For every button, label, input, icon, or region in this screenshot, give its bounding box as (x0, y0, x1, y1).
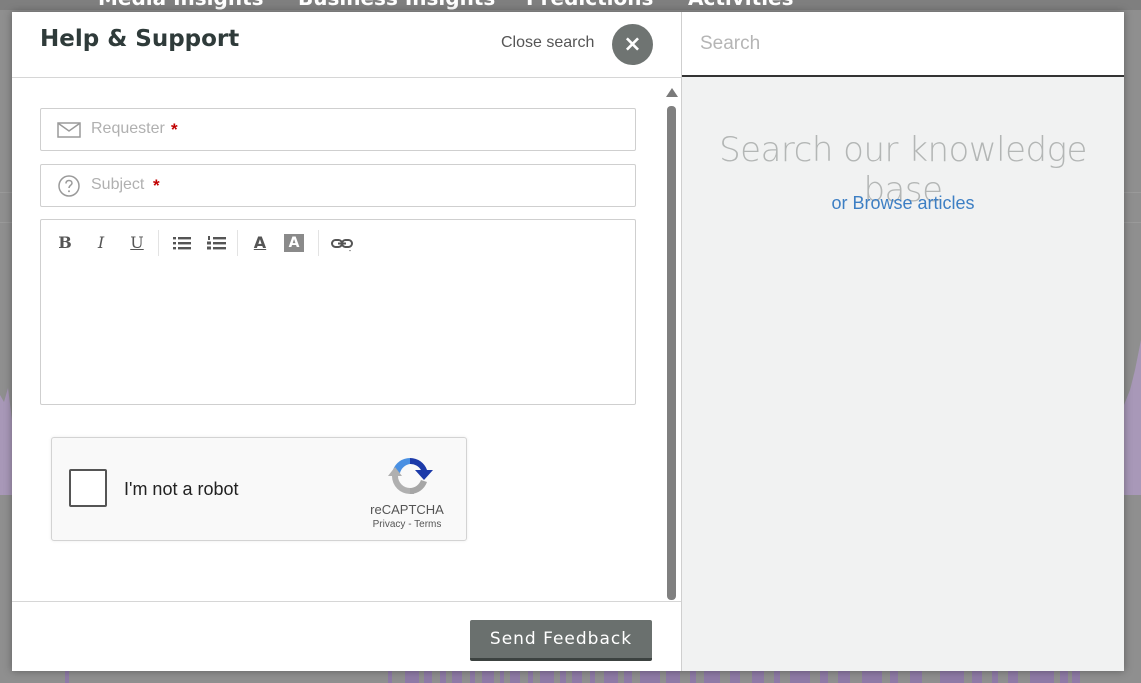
required-marker: * (153, 176, 160, 195)
required-marker: * (171, 120, 178, 139)
recaptcha-widget: I'm not a robot reCAPTCHA Privacy - Term… (51, 437, 467, 541)
question-circle-icon (58, 175, 80, 197)
help-support-modal: Help & Support Close search × * * (12, 12, 1124, 671)
recaptcha-label: I'm not a robot (124, 479, 239, 499)
knowledge-search-bar (682, 12, 1124, 77)
envelope-icon (57, 122, 81, 138)
subject-field[interactable]: * (40, 164, 636, 207)
recaptcha-logo-icon (388, 457, 433, 495)
modal-header: Help & Support Close search × (12, 12, 681, 78)
background-chart-area (1124, 340, 1141, 495)
toolbar-separator (318, 230, 319, 256)
background-nav-business-insights: Business Insights (298, 0, 495, 10)
feedback-scrollbar[interactable] (665, 84, 679, 600)
highlight-color-button[interactable]: A (284, 234, 304, 252)
editor-toolbar: B I U A A (41, 220, 635, 264)
modal-footer: Send Feedback (12, 601, 681, 671)
feedback-pane: Help & Support Close search × * * (12, 12, 681, 671)
subject-input[interactable] (91, 165, 611, 204)
background-nav-media-insights: Media Insights (98, 0, 264, 10)
toolbar-separator (237, 230, 238, 256)
numbered-list-icon[interactable] (205, 232, 229, 254)
recaptcha-privacy-terms[interactable]: Privacy - Terms (352, 519, 462, 530)
italic-button[interactable]: I (89, 232, 113, 254)
close-icon: × (623, 32, 642, 57)
message-editor[interactable]: B I U A A (40, 219, 636, 405)
scroll-up-arrow-icon[interactable] (666, 88, 678, 97)
background-nav-predictions: Predictions (526, 0, 653, 10)
link-icon[interactable] (330, 232, 354, 254)
knowledge-base-pane: Search our knowledge base or Browse arti… (682, 12, 1124, 671)
recaptcha-brand: reCAPTCHA (370, 502, 444, 517)
font-color-button[interactable]: A (248, 232, 272, 254)
background-chart-area (0, 388, 12, 495)
requester-field[interactable]: * (40, 108, 636, 151)
bold-button[interactable]: B (53, 232, 77, 254)
bullet-list-icon[interactable] (170, 232, 194, 254)
toolbar-separator (158, 230, 159, 256)
knowledge-search-input[interactable] (700, 12, 1110, 75)
browse-articles-link[interactable]: or Browse articles (682, 193, 1124, 214)
close-button[interactable]: × (612, 24, 653, 65)
recaptcha-checkbox[interactable] (69, 469, 107, 507)
modal-title: Help & Support (40, 26, 240, 52)
close-search-link[interactable]: Close search (501, 34, 594, 52)
scroll-thumb[interactable] (667, 106, 676, 600)
background-nav-activities: Activities (688, 0, 794, 10)
send-feedback-button[interactable]: Send Feedback (470, 620, 652, 661)
underline-button[interactable]: U (125, 232, 149, 254)
requester-input[interactable] (91, 109, 611, 148)
